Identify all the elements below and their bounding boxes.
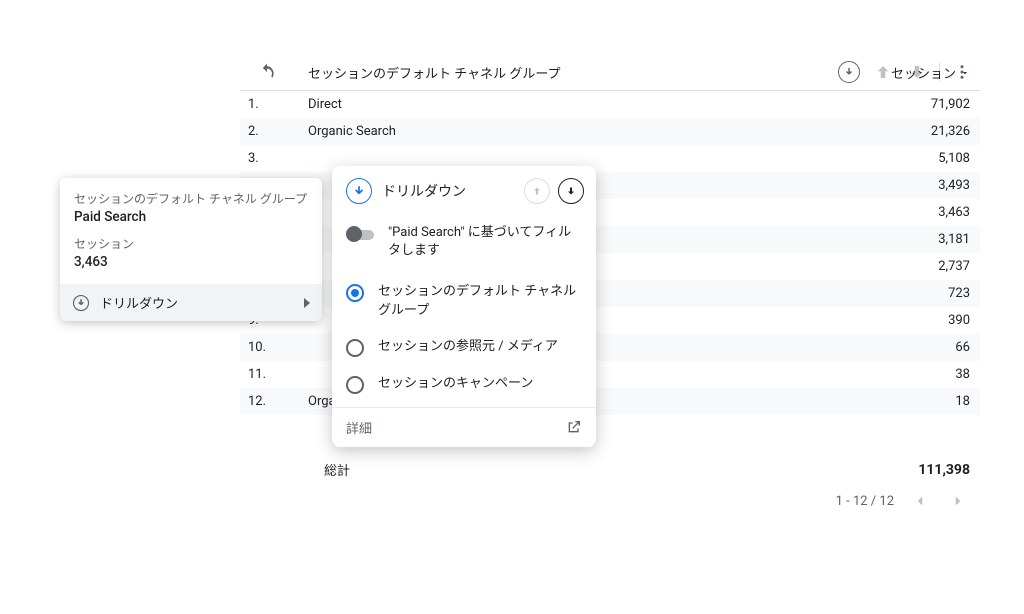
pager: 1 - 12 / 12	[240, 489, 980, 513]
drilldown-option[interactable]: セッションのキャンペーン	[332, 366, 596, 403]
option-label: セッションのキャンペーン	[378, 375, 533, 393]
radio-icon	[346, 284, 364, 302]
sort-desc-icon	[960, 68, 970, 78]
chevron-right-icon	[949, 492, 967, 510]
drilldown-options: セッションのデフォルト チャネル グループ セッションの参照元 / メディア セ…	[332, 270, 596, 406]
table-header-row: セッションのデフォルト チャネル グループ セッション	[240, 55, 980, 91]
tooltip-metric-label: セッション	[74, 235, 308, 252]
chevron-left-icon	[911, 492, 929, 510]
filter-toggle-row[interactable]: "Paid Search" に基づいてフィルタします	[332, 214, 596, 270]
drill-up-button	[524, 178, 550, 204]
details-label: 詳細	[346, 418, 372, 437]
tooltip-dimension-label: セッションのデフォルト チャネル グループ	[74, 190, 308, 207]
popover-title: ドリルダウン	[382, 181, 466, 201]
table-row[interactable]: 2.Organic Search21,326	[240, 118, 980, 145]
drilldown-icon	[346, 178, 372, 204]
dimension-header[interactable]: セッションのデフォルト チャネル グループ	[300, 55, 800, 91]
radio-icon	[346, 339, 364, 357]
tooltip-drilldown-row[interactable]: ドリルダウン	[60, 284, 322, 321]
arrow-up-icon	[531, 185, 543, 197]
arrow-down-icon	[565, 185, 577, 197]
popover-details-row[interactable]: 詳細	[332, 407, 596, 447]
chevron-right-icon	[304, 298, 310, 308]
totals-label: 総計	[324, 460, 350, 479]
filter-toggle-label: "Paid Search" に基づいてフィルタします	[388, 224, 582, 260]
filter-toggle[interactable]	[346, 226, 376, 242]
option-label: セッションの参照元 / メディア	[378, 338, 558, 356]
pager-prev-button[interactable]	[908, 489, 932, 513]
metric-header[interactable]: セッション	[800, 55, 980, 91]
option-label: セッションのデフォルト チャネル グループ	[378, 283, 582, 319]
drilldown-option[interactable]: セッションのデフォルト チャネル グループ	[332, 274, 596, 328]
pager-next-button[interactable]	[946, 489, 970, 513]
drilldown-option[interactable]: セッションの参照元 / メディア	[332, 329, 596, 366]
tooltip-drilldown-label: ドリルダウン	[100, 293, 178, 312]
external-link-icon	[566, 419, 582, 435]
drill-down-button[interactable]	[558, 178, 584, 204]
totals-row: 総計 111,398	[240, 460, 980, 479]
pager-range: 1 - 12 / 12	[836, 494, 894, 509]
tooltip-metric-value: 3,463	[74, 254, 308, 270]
tooltip-dimension-value: Paid Search	[74, 209, 308, 225]
totals-value: 111,398	[918, 462, 970, 478]
radio-icon	[346, 376, 364, 394]
drilldown-popover: ドリルダウン "Paid Search" に基づいてフィルタします セッションの…	[332, 166, 596, 447]
drilldown-icon	[72, 294, 90, 312]
datapoint-tooltip: セッションのデフォルト チャネル グループ Paid Search セッション …	[60, 178, 322, 321]
table-row[interactable]: 1.Direct71,902	[240, 91, 980, 119]
